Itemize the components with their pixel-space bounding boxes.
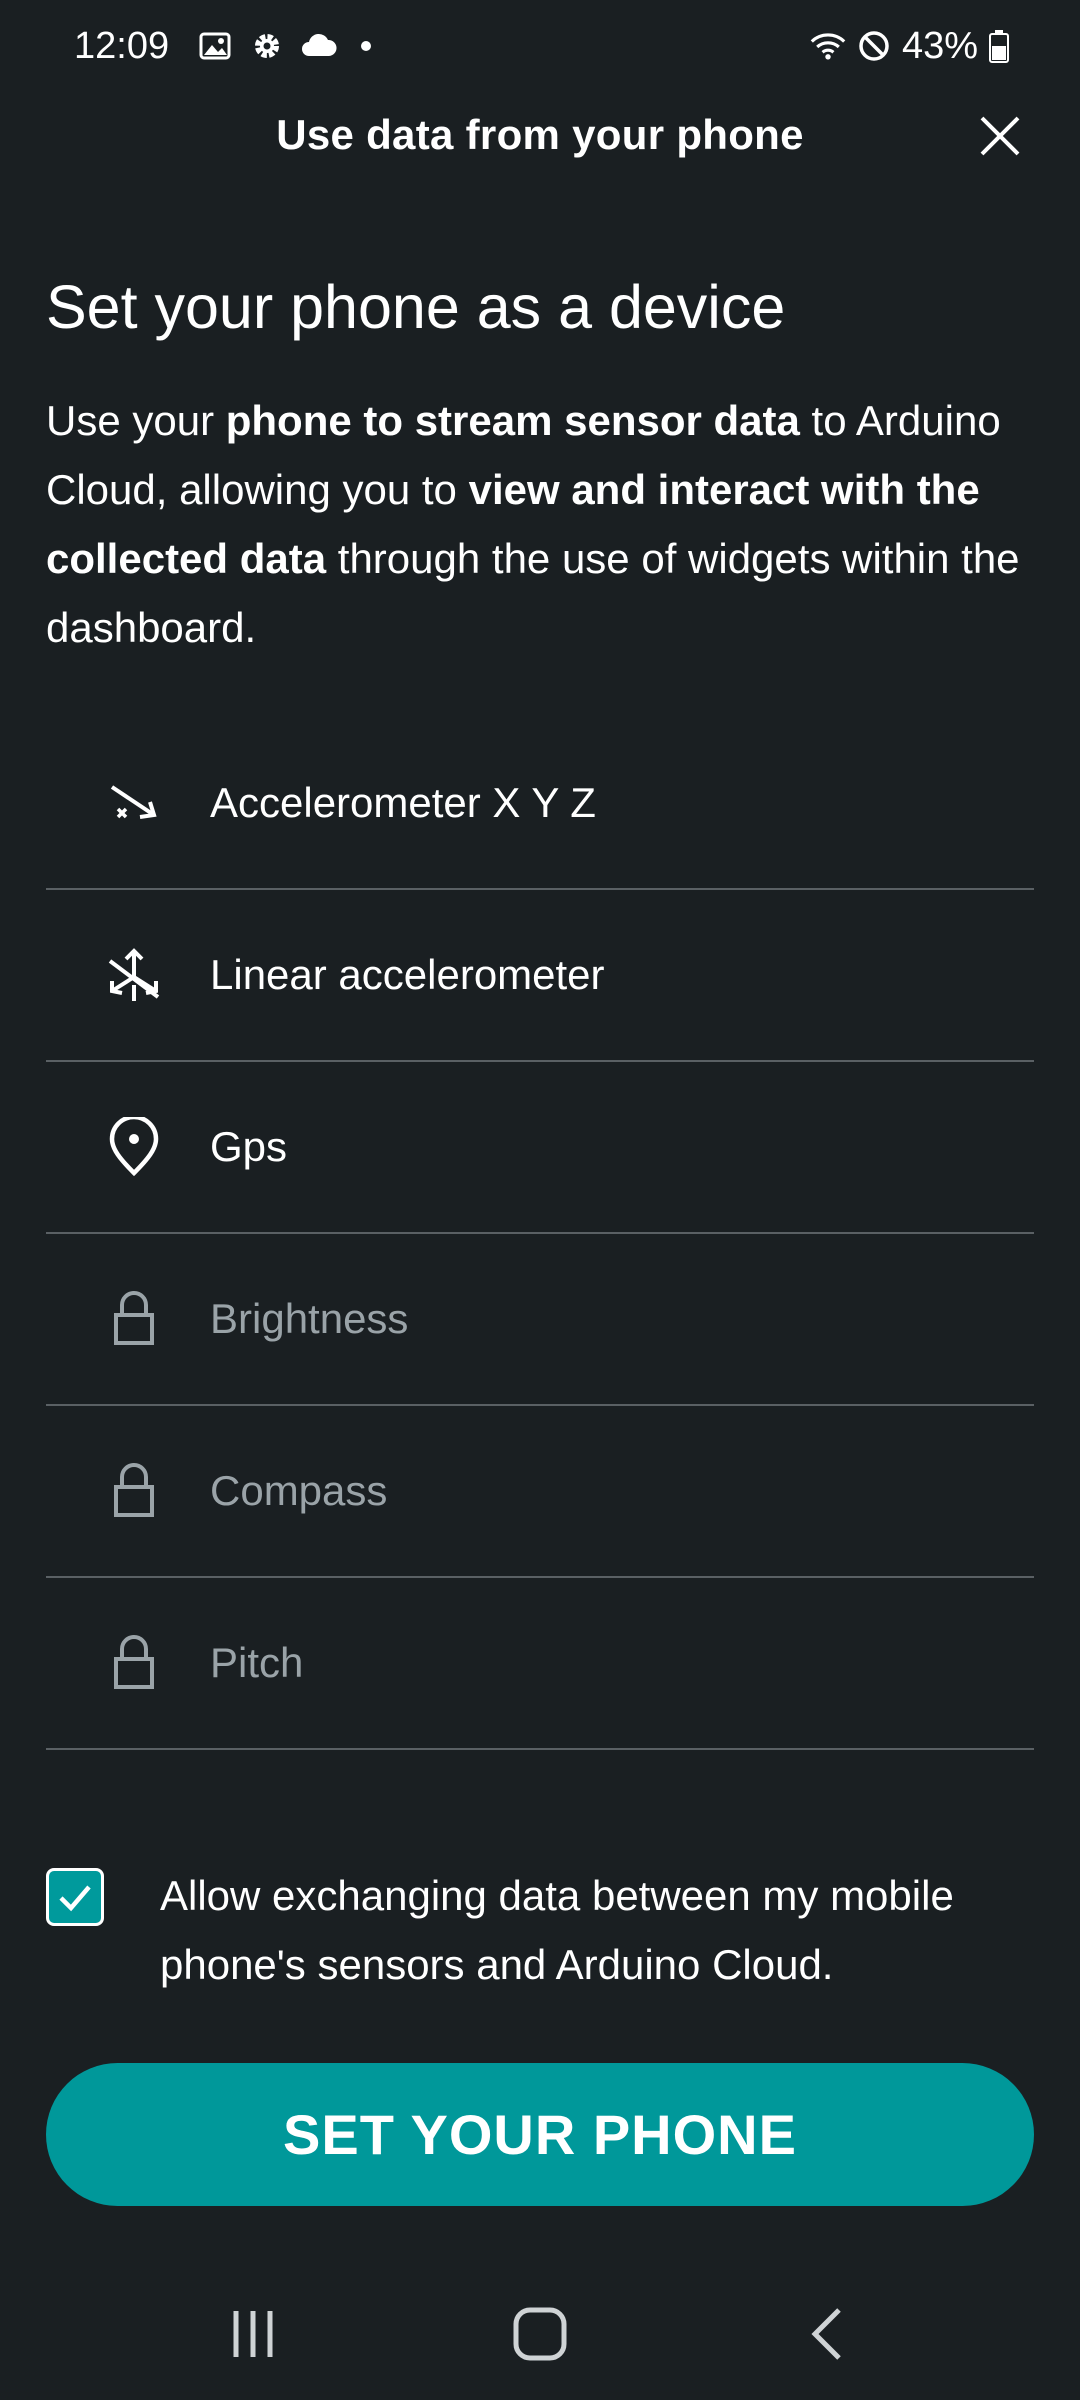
lock-icon xyxy=(98,1455,170,1527)
linear-accelerometer-icon xyxy=(98,939,170,1011)
sensor-label: Pitch xyxy=(210,1639,304,1686)
lock-icon xyxy=(98,1283,170,1355)
checkmark-icon xyxy=(59,1885,91,1912)
sensor-item-compass[interactable]: Compass xyxy=(46,1406,1034,1578)
image-icon xyxy=(197,28,233,64)
system-nav-bar xyxy=(0,2268,1080,2400)
sensor-list: Accelerometer X Y Z Linear accelerometer… xyxy=(46,718,1034,1750)
sensor-label: Accelerometer X Y Z xyxy=(210,779,596,826)
location-pin-icon xyxy=(98,1111,170,1183)
intro-part-1: Use your xyxy=(46,397,226,444)
back-icon xyxy=(811,2308,841,2360)
sensor-label: Compass xyxy=(210,1467,388,1514)
sensor-label: Linear accelerometer xyxy=(210,951,605,998)
set-your-phone-button[interactable]: SET YOUR PHONE xyxy=(46,2063,1034,2206)
lock-icon xyxy=(98,1627,170,1699)
wifi-icon xyxy=(810,28,846,64)
recent-apps-icon xyxy=(233,2311,273,2357)
intro-text: Use your phone to stream sensor data to … xyxy=(46,386,1046,662)
accelerometer-icon xyxy=(98,767,170,839)
back-button[interactable] xyxy=(787,2294,867,2374)
header-title: Use data from your phone xyxy=(276,111,804,158)
cloud-icon xyxy=(301,28,337,64)
sensor-item-pitch[interactable]: Pitch xyxy=(46,1578,1034,1750)
sensor-label: Brightness xyxy=(210,1295,409,1342)
recent-apps-button[interactable] xyxy=(213,2294,293,2374)
status-right: 43% xyxy=(810,25,1010,68)
dot-icon xyxy=(361,41,372,51)
status-time: 12:09 xyxy=(74,24,170,67)
home-icon xyxy=(513,2307,567,2361)
status-bar: 12:09 43% xyxy=(0,0,1080,92)
close-button[interactable] xyxy=(970,106,1030,166)
close-icon xyxy=(980,116,1020,156)
status-left: 12:09 xyxy=(74,24,372,68)
sensor-item-accelerometer[interactable]: Accelerometer X Y Z xyxy=(46,718,1034,890)
do-not-disturb-icon xyxy=(856,28,892,64)
sensor-label: Gps xyxy=(210,1123,288,1170)
consent-text: Allow exchanging data between my mobile … xyxy=(160,1872,954,1988)
sensor-item-linear-accelerometer[interactable]: Linear accelerometer xyxy=(46,890,1034,1062)
intro-bold-1: phone to stream sensor data xyxy=(225,397,800,444)
consent-row: Allow exchanging data between my mobile … xyxy=(46,1864,1046,1999)
sensor-item-gps[interactable]: Gps xyxy=(46,1062,1034,1234)
header: Use data from your phone xyxy=(0,92,1080,178)
page-title: Set your phone as a device xyxy=(46,273,786,341)
consent-checkbox[interactable] xyxy=(46,1868,104,1926)
gear-icon xyxy=(249,28,285,64)
sensor-item-brightness[interactable]: Brightness xyxy=(46,1234,1034,1406)
home-button[interactable] xyxy=(500,2294,580,2374)
battery-icon xyxy=(988,28,1010,64)
battery-percent: 43% xyxy=(901,24,978,67)
